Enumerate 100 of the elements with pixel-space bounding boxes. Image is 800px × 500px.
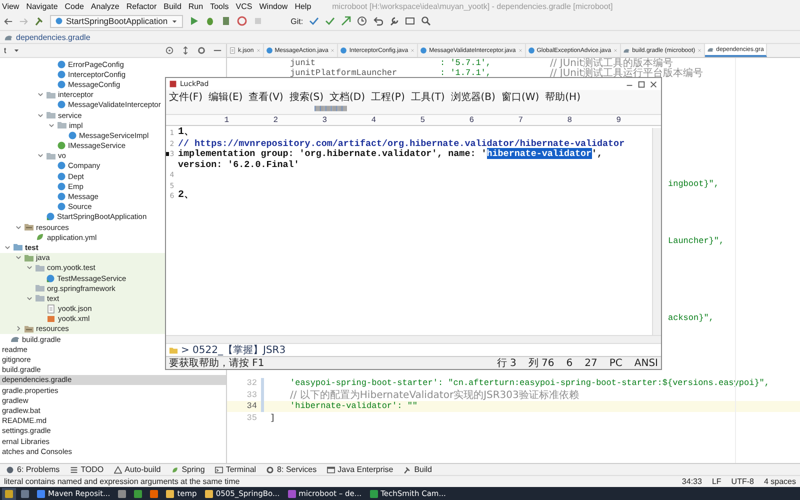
- folder-icon: [24, 252, 34, 263]
- undo-icon[interactable]: [373, 16, 384, 26]
- scrollbar[interactable]: [166, 335, 661, 343]
- chevron-icon[interactable]: [36, 91, 44, 98]
- menu-item[interactable]: Refactor: [126, 2, 157, 10]
- app-icon: [169, 80, 177, 88]
- tool-window-button[interactable]: 6: Problems: [6, 465, 60, 474]
- check-icon[interactable]: [309, 16, 320, 26]
- class-icon: [420, 47, 428, 54]
- error-icon: [6, 466, 14, 474]
- tool-window-button[interactable]: 8: Services: [266, 465, 317, 474]
- menu-item[interactable]: 浏览器(B): [450, 90, 496, 104]
- interface-icon: [57, 141, 66, 150]
- search-icon[interactable]: [421, 16, 432, 26]
- hammer-icon[interactable]: [34, 16, 44, 26]
- caret-icon[interactable]: [13, 47, 20, 54]
- menu-item[interactable]: 查看(V): [248, 90, 284, 104]
- class-icon: [57, 100, 66, 110]
- class-icon: [340, 47, 348, 54]
- breadcrumb-item[interactable]: dependencies.gradle: [16, 32, 90, 42]
- tool-window-button[interactable]: Build: [403, 465, 432, 474]
- folder-icon: [46, 150, 56, 161]
- menu-item[interactable]: 工程(P): [371, 90, 405, 104]
- code-text: implementation group: 'org.hibernate.validator', name: 'hibernate-validator', version: '6.2.0.Final': [178, 149, 604, 170]
- file-icon: [229, 47, 236, 54]
- menu-item[interactable]: Navigate: [26, 2, 58, 10]
- settings-icon[interactable]: [197, 46, 206, 55]
- line-number: 33: [246, 390, 258, 400]
- taskbar-item[interactable]: [18, 488, 32, 500]
- menu-item[interactable]: Window: [259, 2, 288, 10]
- code-comment: // 以下的配置为HibernateValidator实现的JSR303验证标准依赖: [290, 388, 579, 402]
- chevron-icon[interactable]: [14, 254, 22, 262]
- leaf-icon: [170, 466, 179, 474]
- scrollbar[interactable]: [652, 128, 661, 335]
- class-icon: [528, 47, 535, 54]
- run-configuration-dropdown[interactable]: StartSpringBootApplication: [50, 14, 183, 28]
- close-icon[interactable]: [649, 80, 658, 88]
- chevron-icon[interactable]: [36, 152, 44, 160]
- terminal-icon: [214, 466, 223, 474]
- menu-item[interactable]: 窗口(W): [501, 90, 540, 104]
- tool-window-button[interactable]: TODO: [70, 465, 104, 474]
- line-number: 34: [246, 401, 258, 412]
- profiler-icon[interactable]: [236, 16, 247, 26]
- list-icon: [70, 466, 78, 474]
- tool-window-button[interactable]: Java Enterprise: [326, 465, 394, 474]
- coverage-icon[interactable]: [220, 16, 231, 26]
- menu-item[interactable]: Run: [188, 2, 204, 10]
- panel-title[interactable]: t: [4, 46, 6, 55]
- folder-path[interactable]: > 0522_【掌握】JSR3: [181, 343, 286, 357]
- back-arrow-icon[interactable]: [4, 16, 13, 26]
- chevron-icon[interactable]: [14, 325, 22, 332]
- menu-item[interactable]: 文件(F): [169, 90, 203, 104]
- menu-item[interactable]: Code: [64, 2, 84, 10]
- menu-item[interactable]: Analyze: [90, 2, 120, 10]
- status-field: 27: [584, 358, 598, 368]
- code-text: junitPlatformLauncher: [290, 68, 398, 78]
- code-text: ]: [270, 412, 276, 423]
- caret-position[interactable]: 34:33: [682, 477, 702, 486]
- indent-setting[interactable]: 4 spaces: [764, 477, 796, 486]
- tool-window-button[interactable]: Spring: [170, 465, 205, 474]
- expand-collapse-icon[interactable]: [181, 46, 190, 55]
- menu-item[interactable]: Tools: [210, 2, 229, 10]
- bug-icon[interactable]: [204, 16, 215, 26]
- menu-item[interactable]: View: [2, 2, 20, 10]
- diagonal-arrow-icon[interactable]: [341, 16, 352, 26]
- chevron-icon[interactable]: [48, 122, 54, 129]
- status-field: 要获取帮助，请按 F1: [169, 356, 485, 370]
- chevron-icon[interactable]: [14, 224, 22, 231]
- git-label: Git:: [290, 16, 304, 26]
- menu-item[interactable]: 帮助(H): [545, 90, 580, 104]
- tool-window-button[interactable]: Terminal: [214, 465, 256, 474]
- code-text: : "": [397, 401, 418, 412]
- chevron-icon[interactable]: [36, 112, 44, 119]
- line-separator[interactable]: LF: [712, 477, 722, 486]
- file-icon: [46, 304, 56, 314]
- chevron-icon[interactable]: [26, 264, 32, 272]
- chevron-icon[interactable]: [4, 244, 10, 251]
- menu-item[interactable]: Help: [294, 2, 312, 10]
- menu-item[interactable]: 工具(T): [410, 90, 445, 104]
- run-icon[interactable]: [188, 16, 199, 26]
- menu-item[interactable]: Build: [164, 2, 182, 10]
- menu-item[interactable]: 搜索(S): [289, 90, 324, 104]
- window-icon[interactable]: [405, 16, 416, 26]
- hammer-icon: [403, 466, 412, 474]
- clock-icon[interactable]: [357, 16, 368, 26]
- menu-item[interactable]: 文档(D): [330, 90, 366, 104]
- window-icon: [326, 466, 335, 474]
- target-icon[interactable]: [165, 46, 174, 55]
- check-icon[interactable]: [325, 16, 336, 26]
- folder-icon: [24, 324, 34, 334]
- gear-icon: [266, 466, 274, 474]
- menu-item[interactable]: VCS: [236, 2, 252, 10]
- caret-icon: [170, 18, 178, 24]
- file-encoding[interactable]: UTF-8: [731, 477, 754, 486]
- menu-item[interactable]: 编辑(E): [208, 90, 243, 104]
- chevron-icon[interactable]: [26, 294, 32, 302]
- maximize-icon[interactable]: [637, 80, 646, 88]
- taskbar-item[interactable]: [2, 488, 16, 500]
- tool-window-button[interactable]: Auto-build: [114, 465, 161, 474]
- wrench-icon[interactable]: [389, 16, 400, 26]
